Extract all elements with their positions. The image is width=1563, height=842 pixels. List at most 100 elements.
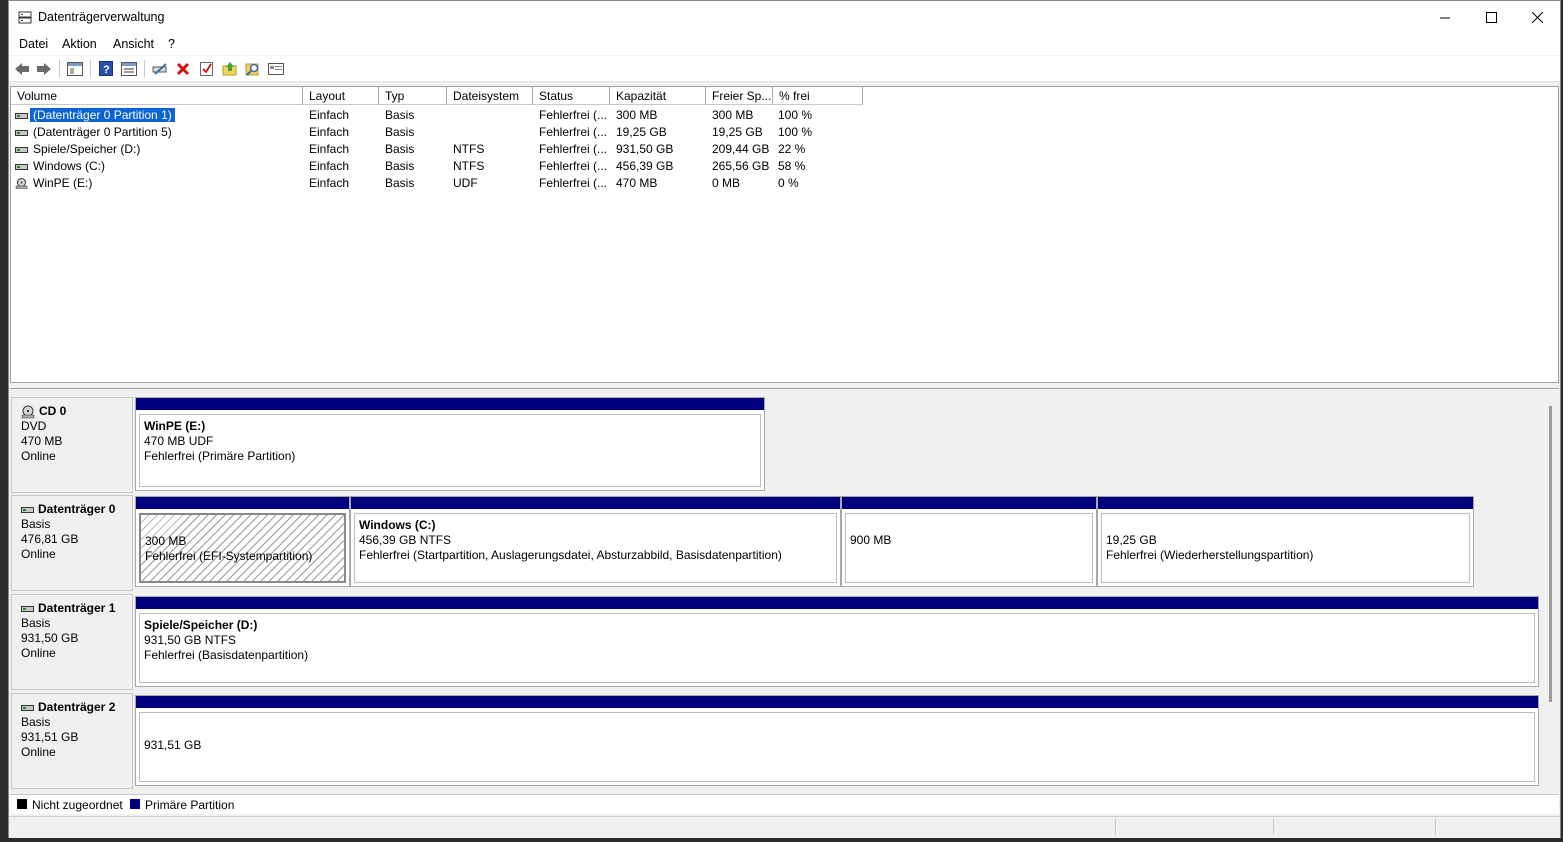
partition-status: Fehlerfrei (Startpartition, Auslagerungs…	[359, 548, 782, 562]
disk-size: 931,51 GB	[21, 730, 79, 744]
toolbar-separator	[59, 60, 60, 77]
maximize-icon	[1485, 12, 1497, 23]
minimize-icon	[1439, 17, 1450, 19]
table-row[interactable]: Windows (C:) Einfach Basis NTFS Fehlerfr…	[11, 158, 1558, 175]
cell-type: Basis	[385, 125, 415, 139]
properties-icon[interactable]	[120, 60, 137, 77]
partition-900mb[interactable]: 900 MB	[841, 496, 1097, 587]
volume-list: Volume Layout Typ Dateisystem Status Kap…	[10, 86, 1559, 383]
disk-drive-icon	[15, 164, 28, 170]
primary-partition-bar	[136, 597, 1538, 609]
disk-label-cd0[interactable]: CD 0 DVD 470 MB Online	[11, 397, 133, 493]
cell-free-space: 19,25 GB	[712, 125, 763, 139]
menu-aktion[interactable]: Aktion	[62, 37, 97, 51]
disk-label-disk2[interactable]: Datenträger 2 Basis 931,51 GB Online	[11, 693, 133, 789]
column-header-layout[interactable]: Layout	[303, 87, 379, 105]
partition-winpe[interactable]: WinPE (E:) 470 MB UDF Fehlerfrei (Primär…	[135, 397, 765, 491]
help-icon[interactable]: ?	[97, 60, 114, 77]
console-tree-icon[interactable]	[66, 60, 83, 77]
disk-label-disk1[interactable]: Datenträger 1 Basis 931,50 GB Online	[11, 594, 133, 690]
disk-name: Datenträger 2	[38, 700, 116, 714]
disk-label-disk0[interactable]: Datenträger 0 Basis 476,81 GB Online	[11, 495, 133, 591]
cell-status: Fehlerfrei (...	[539, 176, 608, 190]
column-header-capacity[interactable]: Kapazität	[610, 87, 706, 105]
connect-icon[interactable]	[151, 60, 168, 77]
disk-drive-icon	[21, 704, 34, 711]
partition-size: 470 MB UDF	[144, 434, 214, 448]
vertical-scrollbar[interactable]	[1549, 406, 1552, 702]
cell-free-space: 209,44 GB	[712, 142, 770, 156]
table-row[interactable]: (Datenträger 0 Partition 5) Einfach Basi…	[11, 124, 1558, 141]
cell-capacity: 456,39 GB	[616, 159, 674, 173]
disk-drive-icon	[21, 605, 34, 612]
cell-type: Basis	[385, 142, 415, 156]
cell-free-space: 265,56 GB	[712, 159, 770, 173]
volume-name: (Datenträger 0 Partition 5)	[33, 125, 172, 139]
cell-type: Basis	[385, 159, 415, 173]
partition-efi[interactable]: 300 MB Fehlerfrei (EFI-Systempartition)	[135, 496, 350, 587]
cell-capacity: 931,50 GB	[616, 142, 674, 156]
disk-state: Online	[21, 547, 56, 561]
partition-recovery[interactable]: 19,25 GB Fehlerfrei (Wiederherstellungsp…	[1097, 496, 1474, 587]
column-header-percent-free[interactable]: % frei	[773, 87, 863, 105]
partition-size: 931,51 GB	[144, 738, 202, 752]
partition-status: Fehlerfrei (Primäre Partition)	[144, 449, 296, 463]
partition-size: 19,25 GB	[1106, 533, 1157, 547]
partition-size: 300 MB	[145, 534, 187, 548]
disk-drive-icon	[15, 113, 28, 119]
menu-datei[interactable]: Datei	[19, 37, 48, 51]
toolbar: ?	[9, 56, 1560, 82]
partition-size: 931,50 GB NTFS	[144, 633, 237, 647]
disk-state: Online	[21, 646, 56, 660]
table-row[interactable]: Spiele/Speicher (D:) Einfach Basis NTFS …	[11, 141, 1558, 158]
cell-status: Fehlerfrei (...	[539, 125, 608, 139]
cell-percent-free: 100 %	[778, 125, 813, 139]
maximize-button[interactable]	[1468, 1, 1514, 34]
disk-size: 476,81 GB	[21, 532, 79, 546]
disk-size: 470 MB	[21, 434, 63, 448]
partition-spiele-speicher[interactable]: Spiele/Speicher (D:) 931,50 GB NTFS Fehl…	[135, 596, 1539, 687]
partition-title: WinPE (E:)	[144, 419, 206, 433]
menu-ansicht[interactable]: Ansicht	[113, 37, 154, 51]
column-header-status[interactable]: Status	[533, 87, 610, 105]
close-icon	[1531, 12, 1543, 23]
disk-type: Basis	[21, 715, 51, 729]
disk-name: Datenträger 0	[38, 502, 116, 516]
forward-arrow-icon[interactable]	[35, 60, 52, 77]
legend: Nicht zugeordnet Primäre Partition	[10, 794, 1559, 814]
cell-capacity: 300 MB	[616, 108, 658, 122]
check-icon[interactable]	[198, 60, 215, 77]
menu-help[interactable]: ?	[168, 37, 175, 51]
cell-capacity: 19,25 GB	[616, 125, 667, 139]
disk-drive-icon	[15, 130, 28, 136]
primary-partition-swatch	[130, 799, 140, 809]
partition-windows[interactable]: Windows (C:) 456,39 GB NTFS Fehlerfrei (…	[350, 496, 841, 587]
volume-name: WinPE (E:)	[33, 176, 93, 190]
partition-disk2[interactable]: 931,51 GB	[135, 695, 1539, 786]
minimize-button[interactable]	[1422, 1, 1468, 34]
cell-filesystem: UDF	[453, 176, 478, 190]
primary-partition-bar	[1098, 497, 1473, 509]
partition-size: 900 MB	[850, 533, 892, 547]
menu-bar: Datei Aktion Ansicht ?	[9, 34, 1560, 55]
cell-free-space: 0 MB	[712, 176, 741, 190]
cell-filesystem: NTFS	[453, 159, 485, 173]
delete-icon[interactable]	[174, 60, 191, 77]
primary-partition-bar	[136, 497, 349, 509]
close-button[interactable]	[1514, 1, 1560, 34]
cell-layout: Einfach	[309, 159, 350, 173]
volume-name: Windows (C:)	[33, 159, 106, 173]
export-icon[interactable]	[221, 60, 238, 77]
table-row[interactable]: (Datenträger 0 Partition 1) Einfach Basi…	[11, 107, 1558, 124]
back-arrow-icon[interactable]	[13, 60, 30, 77]
cell-layout: Einfach	[309, 176, 350, 190]
primary-partition-bar	[842, 497, 1096, 509]
search-icon[interactable]	[244, 60, 261, 77]
cell-layout: Einfach	[309, 142, 350, 156]
column-header-type[interactable]: Typ	[379, 87, 447, 105]
column-header-filesystem[interactable]: Dateisystem	[447, 87, 533, 105]
table-row[interactable]: WinPE (E:) Einfach Basis UDF Fehlerfrei …	[11, 175, 1558, 192]
column-header-volume[interactable]: Volume	[11, 87, 303, 105]
column-header-free-space[interactable]: Freier Sp...	[706, 87, 773, 105]
view-icon[interactable]	[267, 60, 284, 77]
